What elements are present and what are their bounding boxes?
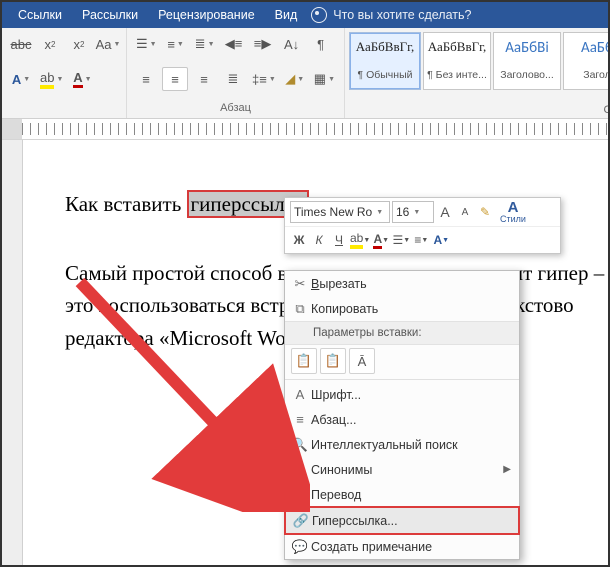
multilevel-button[interactable]: ≣▼ [192, 32, 218, 56]
tab-review[interactable]: Рецензирование [148, 2, 265, 28]
grow-font-button[interactable]: A [436, 202, 454, 222]
mini-font-color-button[interactable]: A▼ [372, 230, 390, 250]
italic-button[interactable]: К [310, 230, 328, 250]
text-before-selection: Как вставить [65, 192, 187, 216]
bullets-button[interactable]: ☰▼ [133, 32, 160, 56]
paragraph-icon: ≡ [289, 412, 311, 427]
align-center-button[interactable]: ≡ [162, 67, 188, 91]
format-painter-button[interactable]: ✎ [476, 202, 494, 222]
mini-styles-button[interactable]: A▼ [432, 230, 450, 250]
font-name-combo[interactable]: Times New Ro▼ [290, 201, 390, 223]
change-case-button[interactable]: Aa▼ [95, 32, 121, 56]
lightbulb-icon [311, 7, 327, 23]
tell-me[interactable]: Что вы хотите сделать? [311, 7, 471, 23]
borders-button[interactable]: ▦▼ [311, 67, 338, 91]
link-icon: 🔗 [290, 513, 312, 529]
font-group: abc x2 x2 Aa▼ A▼ ab▼ A▼ [2, 28, 127, 118]
tab-mailings[interactable]: Рассылки [72, 2, 148, 28]
text-effects-button[interactable]: A▼ [8, 67, 34, 91]
styles-pane-button[interactable]: AСтили [496, 202, 530, 222]
numbering-button[interactable]: ≡▼ [163, 32, 189, 56]
vertical-ruler[interactable] [2, 140, 23, 567]
subscript-button[interactable]: x2 [37, 32, 63, 56]
mini-toolbar: Times New Ro▼ 16▼ A A ✎ AСтили Ж К Ч ab▼… [284, 197, 561, 254]
shrink-font-button[interactable]: A [456, 202, 474, 222]
justify-button[interactable]: ≣ [220, 67, 246, 91]
tell-me-label: Что вы хотите сделать? [333, 8, 471, 22]
styles-group-label: Стил [345, 104, 610, 118]
menu-hyperlink[interactable]: 🔗Гиперссылка... [284, 506, 520, 535]
menu-new-comment[interactable]: 💬Создать примечание [285, 534, 519, 559]
ribbon: abc x2 x2 Aa▼ A▼ ab▼ A▼ ☰▼ ≡▼ ≣▼ ◀≡ ≡▶ A… [2, 28, 608, 119]
paste-text-only[interactable]: Ā [349, 348, 375, 374]
paragraph-group-label: Абзац [133, 102, 338, 116]
menu-paragraph[interactable]: ≡Абзац... [285, 407, 519, 432]
shading-button[interactable]: ◢▼ [282, 67, 308, 91]
paste-options-row: 📋 📋 Ā [285, 345, 519, 377]
menu-cut[interactable]: ✂ВВырезатьырезать [285, 271, 519, 296]
style-heading2[interactable]: АаБбЗагол [563, 32, 610, 90]
styles-group: АаБбВвГг,¶ Обычный АаБбВвГг,¶ Без инте..… [345, 28, 610, 118]
tab-references[interactable]: Ссылки [8, 2, 72, 28]
menu-translate[interactable]: ⇄Перевод [285, 482, 519, 507]
font-size-combo[interactable]: 16▼ [392, 201, 434, 223]
align-left-button[interactable]: ≡ [133, 67, 159, 91]
tab-view[interactable]: Вид [265, 2, 308, 28]
decrease-indent-button[interactable]: ◀≡ [221, 32, 247, 56]
copy-icon: ⧉ [289, 301, 311, 317]
menu-synonyms[interactable]: Синонимы▶ [285, 457, 519, 482]
style-heading1[interactable]: АаБбВіЗаголово... [493, 32, 561, 90]
style-no-spacing[interactable]: АаБбВвГг,¶ Без инте... [423, 32, 491, 90]
style-normal[interactable]: АаБбВвГг,¶ Обычный [349, 32, 421, 90]
paragraph-group: ☰▼ ≡▼ ≣▼ ◀≡ ≡▶ A↓ ¶ ≡ ≡ ≡ ≣ ‡≡▼ ◢▼ ▦▼ Аб… [127, 28, 345, 118]
comment-icon: 💬 [289, 539, 311, 555]
search-icon: 🔍 [289, 437, 311, 453]
font-color-button[interactable]: A▼ [69, 67, 95, 91]
menu-font[interactable]: AШрифт... [285, 382, 519, 407]
paste-options-header: Параметры вставки: [285, 321, 519, 345]
align-right-button[interactable]: ≡ [191, 67, 217, 91]
mini-bullets-button[interactable]: ☰▼ [392, 230, 410, 250]
paste-keep-formatting[interactable]: 📋 [291, 348, 317, 374]
strike-button[interactable]: abc [8, 32, 34, 56]
menu-smart-lookup[interactable]: 🔍Интеллектуальный поиск [285, 432, 519, 457]
paste-merge-formatting[interactable]: 📋 [320, 348, 346, 374]
font-icon: A [289, 387, 311, 402]
show-marks-button[interactable]: ¶ [308, 32, 334, 56]
context-menu: ✂ВВырезатьырезать ⧉Копировать Параметры … [284, 270, 520, 560]
increase-indent-button[interactable]: ≡▶ [250, 32, 276, 56]
chevron-right-icon: ▶ [503, 464, 511, 475]
superscript-button[interactable]: x2 [66, 32, 92, 56]
scissors-icon: ✂ [289, 276, 311, 292]
ribbon-tabs: Ссылки Рассылки Рецензирование Вид Что в… [2, 2, 608, 28]
bold-button[interactable]: Ж [290, 230, 308, 250]
line-spacing-button[interactable]: ‡≡▼ [249, 67, 279, 91]
translate-icon: ⇄ [289, 487, 311, 503]
horizontal-ruler[interactable] [2, 119, 608, 140]
sort-button[interactable]: A↓ [279, 32, 305, 56]
highlight-button[interactable]: ab▼ [37, 67, 66, 91]
mini-highlight-button[interactable]: ab▼ [350, 230, 370, 250]
mini-numbering-button[interactable]: ≡▼ [412, 230, 430, 250]
menu-copy[interactable]: ⧉Копировать [285, 296, 519, 321]
underline-button[interactable]: Ч [330, 230, 348, 250]
font-group-label [8, 102, 120, 116]
